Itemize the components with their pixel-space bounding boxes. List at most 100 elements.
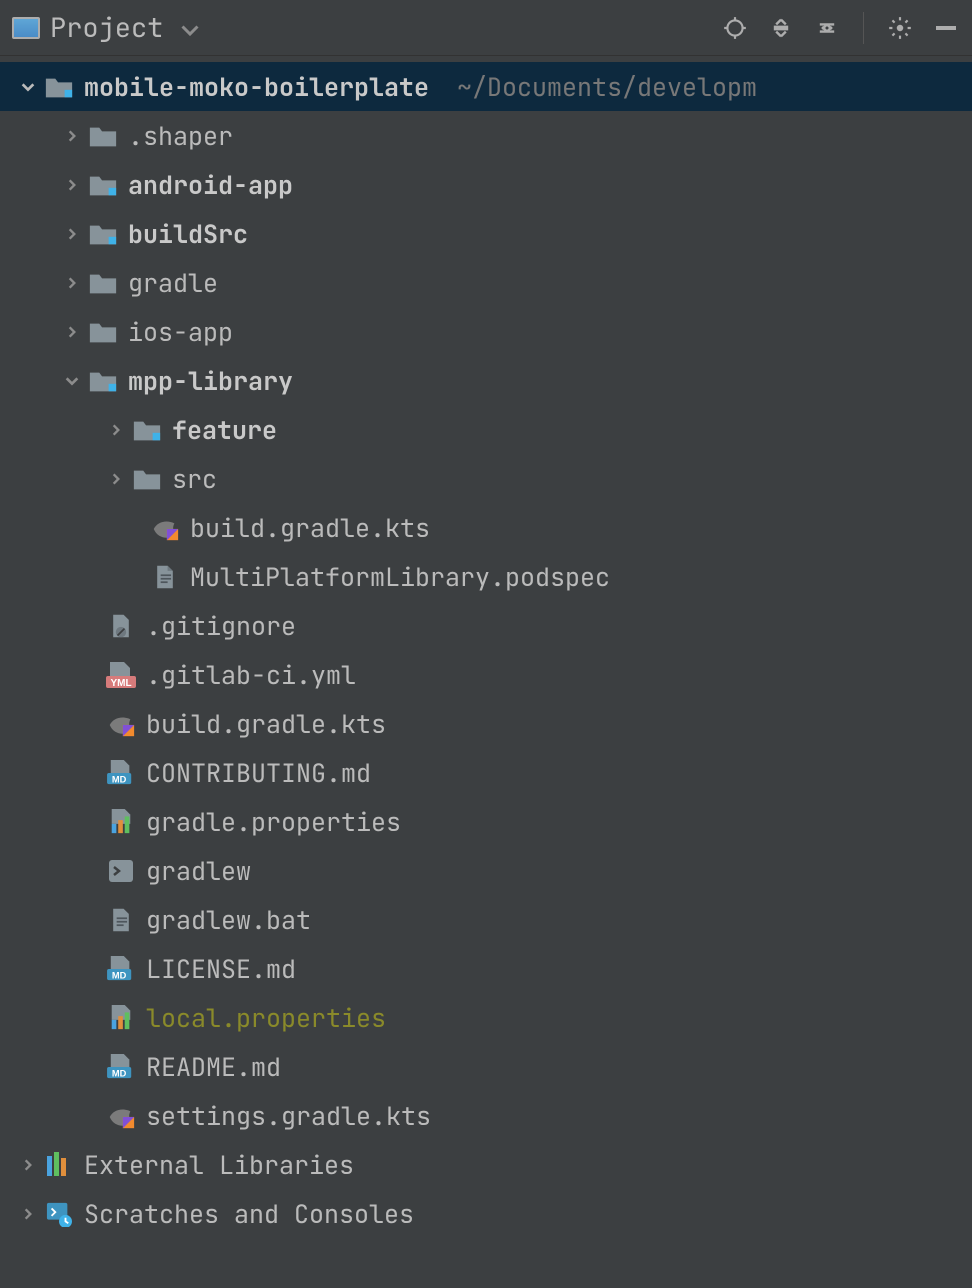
libraries-icon bbox=[44, 1152, 74, 1178]
tree-item-label: gradlew.bat bbox=[146, 903, 311, 937]
properties-icon bbox=[106, 809, 136, 835]
chevron-right-icon[interactable] bbox=[18, 1158, 38, 1172]
tree-item-label: CONTRIBUTING.md bbox=[146, 756, 371, 790]
module-folder-icon bbox=[88, 221, 118, 247]
view-switcher[interactable]: Project bbox=[12, 10, 721, 46]
tree-item-build-gradle-kts-inner[interactable]: build.gradle.kts bbox=[0, 503, 972, 552]
tree-item-readme[interactable]: MD README.md bbox=[0, 1042, 972, 1091]
module-folder-icon bbox=[44, 74, 74, 100]
tree-item-gitignore[interactable]: .gitignore bbox=[0, 601, 972, 650]
tree-item-gradlew[interactable]: gradlew bbox=[0, 846, 972, 895]
markdown-icon: MD bbox=[106, 956, 136, 982]
tree-item-label: .shaper bbox=[128, 119, 233, 153]
svg-text:MD: MD bbox=[112, 970, 127, 980]
svg-text:YML: YML bbox=[110, 678, 131, 688]
tree-item-label: android-app bbox=[128, 168, 293, 202]
tree-item-label: README.md bbox=[146, 1050, 281, 1084]
folder-icon bbox=[132, 466, 162, 492]
tree-item-gradle[interactable]: gradle bbox=[0, 258, 972, 307]
tree-item-local-properties[interactable]: local.properties bbox=[0, 993, 972, 1042]
gradle-kotlin-icon bbox=[106, 711, 136, 737]
chevron-down-icon[interactable] bbox=[18, 79, 38, 95]
tree-item-label: Scratches and Consoles bbox=[84, 1197, 414, 1231]
chevron-right-icon[interactable] bbox=[62, 325, 82, 339]
svg-text:MD: MD bbox=[112, 774, 127, 784]
gradle-kotlin-icon bbox=[106, 1103, 136, 1129]
gitignore-icon bbox=[106, 613, 136, 639]
tree-item-scratches[interactable]: Scratches and Consoles bbox=[0, 1189, 972, 1238]
tree-item-src[interactable]: src bbox=[0, 454, 972, 503]
scratches-icon bbox=[44, 1201, 74, 1227]
tree-item-buildsrc[interactable]: buildSrc bbox=[0, 209, 972, 258]
project-view-icon bbox=[12, 17, 40, 39]
tree-item-label: gradlew bbox=[146, 854, 251, 888]
tree-item-podspec[interactable]: MultiPlatformLibrary.podspec bbox=[0, 552, 972, 601]
locate-icon[interactable] bbox=[721, 14, 749, 42]
shell-script-icon bbox=[106, 858, 136, 884]
tree-item-label: mobile-moko-boilerplate bbox=[84, 70, 429, 104]
module-folder-icon bbox=[132, 417, 162, 443]
folder-icon bbox=[88, 270, 118, 296]
gear-icon[interactable] bbox=[886, 14, 914, 42]
text-file-icon bbox=[150, 564, 180, 590]
chevron-right-icon[interactable] bbox=[106, 423, 126, 437]
chevron-right-icon[interactable] bbox=[106, 472, 126, 486]
tree-item-gradle-properties[interactable]: gradle.properties bbox=[0, 797, 972, 846]
tree-item-label: MultiPlatformLibrary.podspec bbox=[190, 560, 610, 594]
view-label: Project bbox=[50, 10, 163, 46]
markdown-icon: MD bbox=[106, 760, 136, 786]
yaml-icon: YML bbox=[106, 662, 136, 688]
tree-item-label: build.gradle.kts bbox=[146, 707, 386, 741]
project-toolbar: Project bbox=[0, 0, 972, 56]
tree-item-feature[interactable]: feature bbox=[0, 405, 972, 454]
tree-item-path: ~/Documents/developm bbox=[457, 70, 757, 104]
tree-item-label: .gitignore bbox=[146, 609, 296, 643]
module-folder-icon bbox=[88, 368, 118, 394]
chevron-right-icon[interactable] bbox=[62, 178, 82, 192]
tree-item-build-gradle-kts[interactable]: build.gradle.kts bbox=[0, 699, 972, 748]
svg-text:MD: MD bbox=[112, 1068, 127, 1078]
tree-item-label: feature bbox=[172, 413, 277, 447]
tree-item-mpp-library[interactable]: mpp-library bbox=[0, 356, 972, 405]
tree-item-gradlew-bat[interactable]: gradlew.bat bbox=[0, 895, 972, 944]
tree-item-label: local.properties bbox=[146, 1001, 386, 1035]
tree-item-label: build.gradle.kts bbox=[190, 511, 430, 545]
module-folder-icon bbox=[88, 172, 118, 198]
expand-all-icon[interactable] bbox=[767, 14, 795, 42]
tree-item-external-libraries[interactable]: External Libraries bbox=[0, 1140, 972, 1189]
tree-item-android-app[interactable]: android-app bbox=[0, 160, 972, 209]
tree-item-ios-app[interactable]: ios-app bbox=[0, 307, 972, 356]
tree-item-label: mpp-library bbox=[128, 364, 293, 398]
gradle-kotlin-icon bbox=[150, 515, 180, 541]
chevron-right-icon[interactable] bbox=[18, 1207, 38, 1221]
chevron-right-icon[interactable] bbox=[62, 276, 82, 290]
folder-icon bbox=[88, 123, 118, 149]
chevron-down-icon[interactable] bbox=[62, 373, 82, 389]
tree-item-contributing[interactable]: MD CONTRIBUTING.md bbox=[0, 748, 972, 797]
toolbar-divider bbox=[863, 12, 864, 44]
chevron-right-icon[interactable] bbox=[62, 129, 82, 143]
properties-icon bbox=[106, 1005, 136, 1031]
hide-icon[interactable] bbox=[932, 14, 960, 42]
tree-item-gitlab-ci[interactable]: YML .gitlab-ci.yml bbox=[0, 650, 972, 699]
tree-item-label: ios-app bbox=[128, 315, 233, 349]
chevron-right-icon[interactable] bbox=[62, 227, 82, 241]
folder-icon bbox=[88, 319, 118, 345]
tree-item-label: LICENSE.md bbox=[146, 952, 296, 986]
tree-item-label: External Libraries bbox=[84, 1148, 354, 1182]
markdown-icon: MD bbox=[106, 1054, 136, 1080]
project-tree: mobile-moko-boilerplate ~/Documents/deve… bbox=[0, 56, 972, 1238]
tree-item-license[interactable]: MD LICENSE.md bbox=[0, 944, 972, 993]
tree-item-label: buildSrc bbox=[128, 217, 248, 251]
tree-item-label: gradle.properties bbox=[146, 805, 401, 839]
tree-item-label: gradle bbox=[128, 266, 218, 300]
tree-item-label: src bbox=[172, 462, 217, 496]
tree-item-shaper[interactable]: .shaper bbox=[0, 111, 972, 160]
chevron-down-icon bbox=[181, 11, 199, 45]
tree-item-settings-gradle[interactable]: settings.gradle.kts bbox=[0, 1091, 972, 1140]
tree-item-label: settings.gradle.kts bbox=[146, 1099, 431, 1133]
collapse-all-icon[interactable] bbox=[813, 14, 841, 42]
tree-root[interactable]: mobile-moko-boilerplate ~/Documents/deve… bbox=[0, 62, 972, 111]
text-file-icon bbox=[106, 907, 136, 933]
tree-item-label: .gitlab-ci.yml bbox=[146, 658, 356, 692]
